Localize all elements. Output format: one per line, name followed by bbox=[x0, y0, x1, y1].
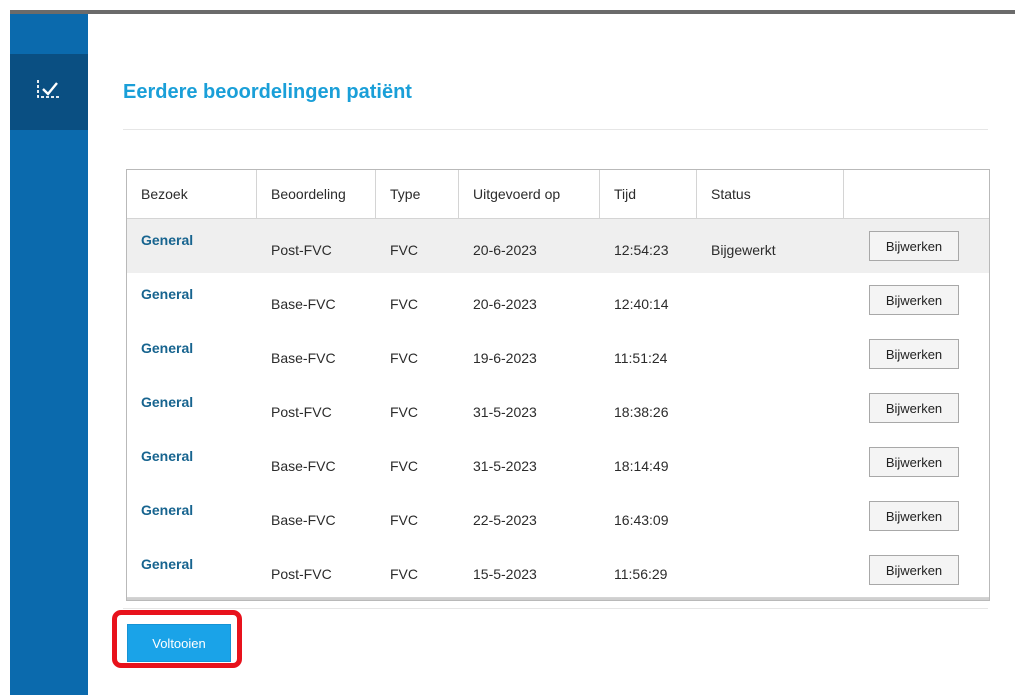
cell-performed-on: 31-5-2023 bbox=[473, 458, 537, 474]
cell-assessment: Base-FVC bbox=[271, 350, 336, 366]
cell-time: 11:56:29 bbox=[614, 566, 668, 582]
cell-performed-on: 20-6-2023 bbox=[473, 242, 537, 258]
cell-performed-on: 22-5-2023 bbox=[473, 512, 537, 528]
cell-type: FVC bbox=[390, 458, 418, 474]
cell-type: FVC bbox=[390, 296, 418, 312]
cell-assessment: Post-FVC bbox=[271, 404, 332, 420]
table-row: General Post-FVC FVC 15-5-2023 11:56:29 Bijwe… bbox=[127, 543, 989, 598]
column-header-assessment: Beoordeling bbox=[257, 170, 376, 218]
update-button[interactable]: Bijwerken bbox=[869, 231, 959, 261]
column-header-visit: Bezoek bbox=[127, 170, 257, 218]
cell-time: 18:14:49 bbox=[614, 458, 669, 474]
main-content: Eerdere beoordelingen patiënt Bezoek Beo… bbox=[88, 14, 1015, 695]
cell-assessment: Base-FVC bbox=[271, 458, 336, 474]
divider bbox=[123, 608, 988, 609]
update-button[interactable]: Bijwerken bbox=[869, 555, 959, 585]
column-header-type: Type bbox=[376, 170, 459, 218]
cell-performed-on: 19-6-2023 bbox=[473, 350, 537, 366]
visit-link[interactable]: General bbox=[141, 340, 193, 356]
table-row: General Post-FVC FVC 31-5-2023 18:38:26 Bijwe… bbox=[127, 381, 989, 436]
column-header-action bbox=[844, 170, 989, 218]
cell-assessment: Post-FVC bbox=[271, 566, 332, 582]
divider bbox=[123, 129, 988, 130]
cell-type: FVC bbox=[390, 242, 418, 258]
visit-link[interactable]: General bbox=[141, 448, 193, 464]
visit-link[interactable]: General bbox=[141, 556, 193, 572]
table-row: General Base-FVC FVC 19-6-2023 11:51:24 Bijwe… bbox=[127, 327, 989, 382]
assessments-table: Bezoek Beoordeling Type Uitgevoerd op Ti… bbox=[126, 169, 990, 601]
cell-assessment: Base-FVC bbox=[271, 296, 336, 312]
update-button[interactable]: Bijwerken bbox=[869, 501, 959, 531]
checklist-icon bbox=[34, 77, 64, 108]
table-header: Bezoek Beoordeling Type Uitgevoerd op Ti… bbox=[127, 170, 989, 219]
table-bottom-edge bbox=[127, 598, 989, 600]
cell-type: FVC bbox=[390, 350, 418, 366]
update-button[interactable]: Bijwerken bbox=[869, 447, 959, 477]
cell-performed-on: 20-6-2023 bbox=[473, 296, 537, 312]
cell-assessment: Post-FVC bbox=[271, 242, 332, 258]
visit-link[interactable]: General bbox=[141, 232, 193, 248]
visit-link[interactable]: General bbox=[141, 394, 193, 410]
cell-type: FVC bbox=[390, 404, 418, 420]
cell-time: 12:40:14 bbox=[614, 296, 669, 312]
visit-link[interactable]: General bbox=[141, 502, 193, 518]
cell-status: Bijgewerkt bbox=[711, 242, 776, 258]
cell-time: 11:51:24 bbox=[614, 350, 668, 366]
left-edge bbox=[0, 10, 10, 695]
finish-button[interactable]: Voltooien bbox=[127, 624, 231, 662]
update-button[interactable]: Bijwerken bbox=[869, 393, 959, 423]
cell-assessment: Base-FVC bbox=[271, 512, 336, 528]
cell-time: 18:38:26 bbox=[614, 404, 669, 420]
cell-performed-on: 15-5-2023 bbox=[473, 566, 537, 582]
visit-link[interactable]: General bbox=[141, 286, 193, 302]
column-header-performed-on: Uitgevoerd op bbox=[459, 170, 600, 218]
sidebar bbox=[10, 14, 88, 695]
table-row: General Base-FVC FVC 20-6-2023 12:40:14 Bijwe… bbox=[127, 273, 989, 328]
table-row: General Base-FVC FVC 22-5-2023 16:43:09 Bijwe… bbox=[127, 489, 989, 544]
sidebar-item-assessments[interactable] bbox=[10, 54, 88, 130]
table-row: General Post-FVC FVC 20-6-2023 12:54:23 Bijge… bbox=[127, 219, 989, 274]
cell-type: FVC bbox=[390, 512, 418, 528]
cell-performed-on: 31-5-2023 bbox=[473, 404, 537, 420]
cell-type: FVC bbox=[390, 566, 418, 582]
cell-time: 16:43:09 bbox=[614, 512, 669, 528]
column-header-status: Status bbox=[697, 170, 844, 218]
column-header-time: Tijd bbox=[600, 170, 697, 218]
update-button[interactable]: Bijwerken bbox=[869, 339, 959, 369]
cell-time: 12:54:23 bbox=[614, 242, 669, 258]
update-button[interactable]: Bijwerken bbox=[869, 285, 959, 315]
page-title: Eerdere beoordelingen patiënt bbox=[123, 81, 412, 103]
table-row: General Base-FVC FVC 31-5-2023 18:14:49 Bijwe… bbox=[127, 435, 989, 490]
